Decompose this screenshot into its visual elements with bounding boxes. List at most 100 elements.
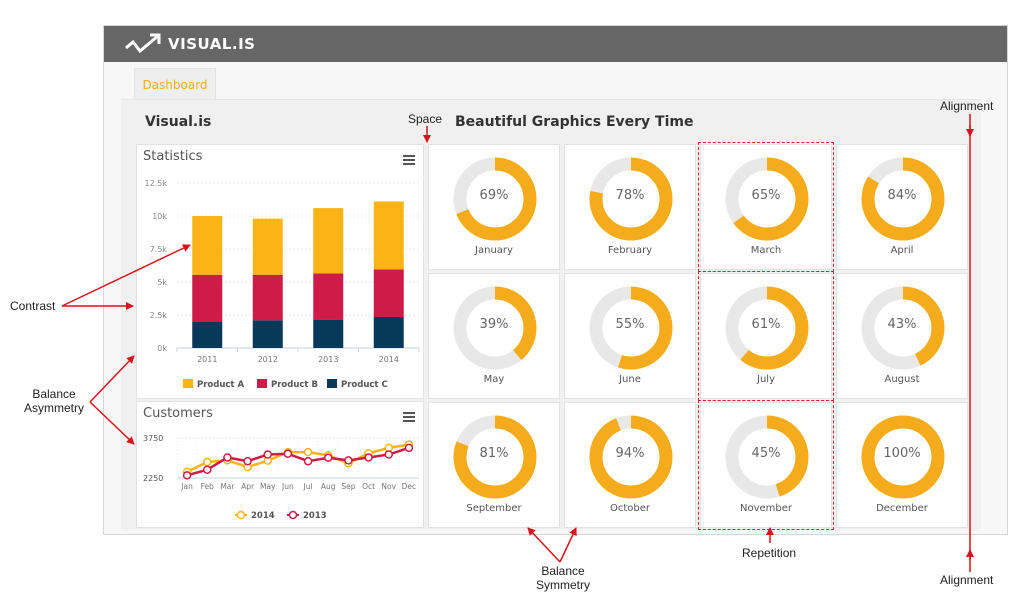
- annotation-alignment-top: Alignment: [940, 99, 994, 113]
- donut-month-label: June: [619, 374, 641, 385]
- donut-percent: 94%: [615, 446, 645, 461]
- donut-percent: 100%: [883, 446, 921, 461]
- donut-card-february[interactable]: 78% February: [564, 144, 696, 270]
- legend-swatch: [183, 379, 193, 388]
- x-tick-label: Jun: [281, 482, 294, 491]
- y-tick-label: 5k: [157, 278, 167, 287]
- customers-chart: 3750 2250 Jan Feb Mar Apr May Jun Jul Aug Sep Oct No…: [143, 434, 420, 521]
- annotation-text: Symmetry: [536, 578, 590, 592]
- donut-month-label: December: [876, 503, 928, 514]
- donut-card-august[interactable]: 43% August: [836, 273, 968, 399]
- legend-label: 2014: [251, 511, 275, 521]
- donut-card-october[interactable]: 94% October: [564, 402, 696, 528]
- data-point-2013: [344, 456, 353, 465]
- x-tick-label: Dec: [402, 482, 417, 491]
- legend-swatch: [327, 379, 337, 388]
- legend-label: 2013: [303, 511, 327, 521]
- donut-percent: 61%: [751, 317, 781, 332]
- data-point-2013: [364, 453, 373, 462]
- annotation-text: Balance: [32, 387, 76, 401]
- data-point-2013: [243, 456, 252, 466]
- donut-month-label: September: [466, 503, 522, 514]
- x-tick-label: May: [260, 482, 276, 491]
- panel-title: Visual.is: [145, 114, 212, 130]
- data-point-2013: [263, 450, 272, 459]
- x-tick-label: 2014: [379, 355, 399, 364]
- bar-segment-product-c: [192, 321, 223, 348]
- donut-percent: 84%: [887, 188, 917, 203]
- y-tick-label: 7.5k: [150, 245, 168, 254]
- data-point-2013: [404, 443, 414, 453]
- x-tick-label: Aug: [321, 482, 336, 491]
- y-tick-label: 2250: [143, 474, 163, 483]
- top-bar: VISUAL.IS: [104, 26, 1007, 62]
- logo-text: VISUAL.IS: [168, 35, 256, 53]
- x-tick-label: 2011: [197, 355, 217, 364]
- donut-percent: 81%: [479, 446, 509, 461]
- annotation-balance-symmetry: Balance Symmetry: [536, 564, 590, 592]
- data-point-2013: [203, 465, 212, 474]
- donut-card-january[interactable]: 69% January: [428, 144, 560, 270]
- donut-percent: 69%: [479, 188, 509, 203]
- donut-percent: 43%: [887, 317, 917, 332]
- donut-card-december[interactable]: 100% December: [836, 402, 968, 528]
- donut-percent: 39%: [479, 317, 509, 332]
- x-tick-label: 2013: [318, 355, 338, 364]
- donut-card-may[interactable]: 39% May: [428, 273, 560, 399]
- annotation-contrast: Contrast: [10, 299, 56, 313]
- donut-month-label: May: [483, 374, 505, 385]
- x-tick-label: Sep: [341, 482, 355, 491]
- y-tick-label: 2.5k: [150, 311, 168, 320]
- bar-segment-product-c: [252, 320, 283, 348]
- statistics-chart: 0k 2.5k 5k 7.5k 10k 12.5k 2011 2012 2013 2014 Prod…: [145, 179, 420, 390]
- tab-dashboard[interactable]: Dashboard: [134, 68, 216, 100]
- statistics-card: Statistics 0k 2.5k 5k 7.5k 10k 12.5k 2011 2012 2…: [136, 144, 424, 399]
- donut-card-march[interactable]: 65% March: [698, 142, 834, 272]
- donut-percent: 45%: [751, 446, 781, 461]
- bar-segment-product-a: [313, 208, 344, 274]
- legend-marker: [288, 510, 298, 520]
- donut-month-label: February: [607, 245, 653, 256]
- donut-percent: 78%: [615, 188, 645, 203]
- logo[interactable]: VISUAL.IS: [124, 31, 255, 57]
- legend-marker: [236, 510, 246, 520]
- y-tick-label: 10k: [152, 212, 167, 221]
- annotation-space: Space: [408, 112, 443, 126]
- bar-segment-product-a: [373, 201, 404, 270]
- donut-card-november[interactable]: 45% November: [698, 400, 834, 530]
- donut-month-label: July: [757, 374, 775, 385]
- bar-segment-product-b: [313, 273, 344, 320]
- donut-percent: 55%: [615, 317, 645, 332]
- donut-card-july[interactable]: 61% July: [698, 271, 834, 401]
- dashboard-panel: Visual.is Beautiful Graphics Every Time …: [121, 99, 981, 530]
- donut-month-label: April: [890, 245, 914, 256]
- y-tick-label: 3750: [143, 434, 163, 443]
- x-tick-label: Jul: [303, 482, 313, 491]
- bar-segment-product-a: [252, 218, 283, 275]
- donut-card-april[interactable]: 84% April: [836, 144, 968, 270]
- donut-card-june[interactable]: 55% June: [564, 273, 696, 399]
- bar-segment-product-b: [192, 274, 223, 322]
- donut-month-label: January: [475, 245, 513, 256]
- annotation-text: Balance: [541, 564, 585, 578]
- donut-card-september[interactable]: 81% September: [428, 402, 560, 528]
- donut-month-label: November: [739, 503, 793, 514]
- legend-label: Product C: [341, 380, 388, 390]
- x-tick-label: Oct: [362, 482, 375, 491]
- data-point-2013: [223, 453, 232, 462]
- annotation-repetition: Repetition: [742, 546, 797, 560]
- data-point-2014: [303, 447, 313, 457]
- y-tick-label: 12.5k: [145, 179, 168, 188]
- annotation-text: Asymmetry: [24, 401, 84, 415]
- x-tick-label: Mar: [220, 482, 235, 491]
- legend-label: Product A: [197, 380, 244, 390]
- bar-segment-product-b: [252, 274, 283, 321]
- y-tick-label: 0k: [157, 344, 167, 353]
- donut-month-label: August: [884, 374, 920, 385]
- data-point-2013: [324, 453, 333, 462]
- data-point-2013: [303, 456, 313, 466]
- panel-subtitle: Beautiful Graphics Every Time: [455, 114, 694, 130]
- x-tick-label: Nov: [381, 482, 396, 491]
- x-tick-label: Jan: [180, 482, 193, 491]
- trend-arrow-icon: [125, 33, 161, 54]
